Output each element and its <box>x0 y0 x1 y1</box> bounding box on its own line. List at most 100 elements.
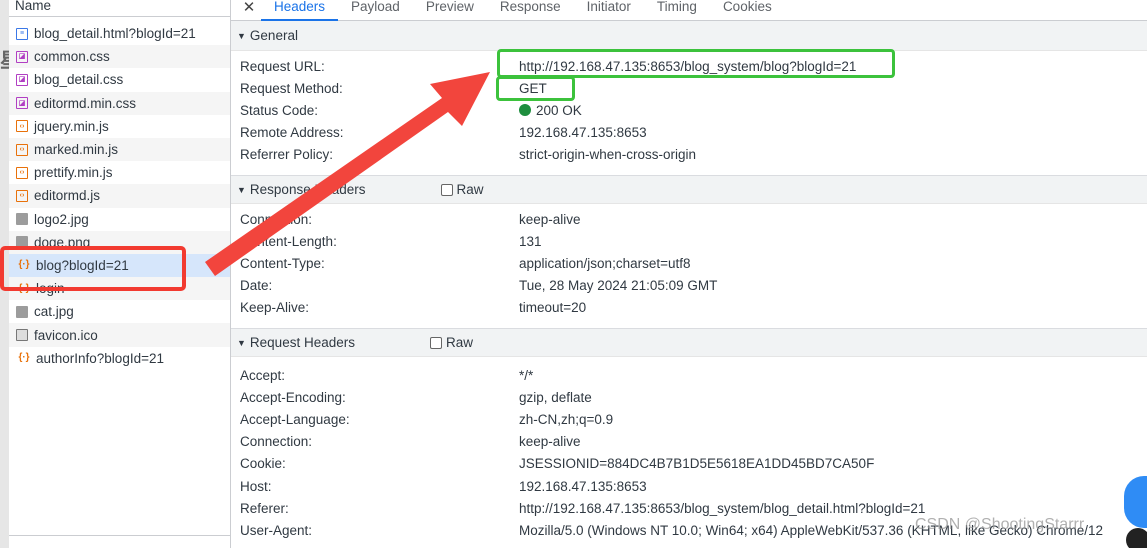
raw-label: Raw <box>445 335 473 350</box>
header-value[interactable]: 131 <box>519 234 542 249</box>
header-row: Host: 192.168.47.135:8653 <box>231 475 1147 497</box>
collapse-triangle-icon[interactable]: ▼ <box>237 185 246 195</box>
headers-panel: ▼ General Request URL: http://192.168.47.… <box>231 21 1147 548</box>
file-list-item[interactable]: doge.png <box>9 230 230 254</box>
request-file-list: Name ≡ blog_detail.html?blogId=21 ◪ common.… <box>9 0 231 548</box>
collapse-triangle-icon[interactable]: ▼ <box>237 338 246 348</box>
header-value[interactable]: Tue, 28 May 2024 21:05:09 GMT <box>519 278 717 293</box>
status-value: 200 OK <box>519 103 582 118</box>
header-value[interactable]: timeout=20 <box>519 300 586 315</box>
status-text[interactable]: 200 OK <box>536 103 582 118</box>
header-value[interactable]: zh-CN,zh;q=0.9 <box>519 412 613 427</box>
file-list-item[interactable]: ‹› prettify.min.js <box>9 161 230 184</box>
file-list-item[interactable]: ◪ common.css <box>9 45 230 69</box>
header-key: Status Code: <box>240 102 319 118</box>
header-value[interactable]: GET <box>519 81 547 96</box>
header-row: Keep-Alive: timeout=20 <box>231 297 1147 319</box>
header-value[interactable]: http://192.168.47.135:8653/blog_system/b… <box>519 501 925 516</box>
close-icon[interactable]: ✕ <box>237 0 261 16</box>
image-file-icon <box>16 305 28 318</box>
header-key: Accept-Language: <box>240 411 350 427</box>
header-value[interactable]: 192.168.47.135:8653 <box>519 479 647 494</box>
header-value[interactable]: JSESSIONID=884DC4B7B1D5E5618EA1DD45BD7CA… <box>519 456 874 471</box>
left-edge-strip: 星 <box>0 0 9 548</box>
tab-cookies[interactable]: Cookies <box>710 0 785 21</box>
file-list-item-label: blog_detail.html?blogId=21 <box>34 26 196 42</box>
raw-checkbox[interactable] <box>440 183 453 196</box>
header-key: Accept-Encoding: <box>240 389 346 405</box>
css-file-icon: ◪ <box>16 50 28 63</box>
file-list-item[interactable]: favicon.ico <box>9 323 230 347</box>
list-divider <box>9 535 230 536</box>
tab-headers[interactable]: Headers <box>261 0 339 21</box>
raw-toggle[interactable]: Raw <box>440 182 484 197</box>
header-value[interactable]: keep-alive <box>519 434 581 449</box>
file-list-item[interactable]: logo2.jpg <box>9 208 230 231</box>
header-row: Request Method: GET <box>231 77 1147 99</box>
tab-timing[interactable]: Timing <box>644 0 710 21</box>
header-key: Connection: <box>240 434 313 450</box>
file-list-item[interactable]: cat.jpg <box>9 300 230 323</box>
request-header-rows: Accept: */* Accept-Encoding: gzip, deflate A… <box>231 357 1147 542</box>
header-value[interactable]: application/json;charset=utf8 <box>519 256 691 271</box>
header-row: Accept-Encoding: gzip, deflate <box>231 386 1147 408</box>
file-list-item[interactable]: {·} authorInfo?blogId=21 <box>9 347 230 370</box>
script-file-icon: ‹› <box>16 189 28 202</box>
raw-label: Raw <box>456 182 484 197</box>
header-value[interactable]: keep-alive <box>519 212 581 227</box>
header-value[interactable]: 192.168.47.135:8653 <box>519 125 647 140</box>
header-value[interactable]: http://192.168.47.135:8653/blog_system/b… <box>519 59 856 74</box>
floating-widget[interactable] <box>1124 476 1147 528</box>
file-list-item-label: editormd.js <box>34 188 101 204</box>
request-headers-section-header[interactable]: ▼ Request Headers Raw <box>231 328 1147 357</box>
status-ok-icon <box>519 103 531 116</box>
file-list-item[interactable]: ‹› marked.min.js <box>9 137 230 162</box>
file-list-item[interactable]: {·} blog?blogId=21 <box>9 253 230 278</box>
file-list-item[interactable]: ≡ blog_detail.html?blogId=21 <box>9 22 230 45</box>
header-row: Date: Tue, 28 May 2024 21:05:09 GMT <box>231 275 1147 297</box>
header-key: Remote Address: <box>240 125 344 141</box>
tab-initiator[interactable]: Initiator <box>574 0 644 21</box>
general-section-header[interactable]: ▼ General <box>231 21 1147 51</box>
file-list-item[interactable]: ‹› editormd.js <box>9 184 230 208</box>
response-header-rows: Connection: keep-alive Content-Length: 131 C… <box>231 204 1147 328</box>
css-file-icon: ◪ <box>16 97 28 110</box>
header-value[interactable]: */* <box>519 368 533 383</box>
file-list-item-label: authorInfo?blogId=21 <box>36 350 164 366</box>
header-key: Content-Type: <box>240 255 325 271</box>
header-row: Connection: keep-alive <box>231 208 1147 230</box>
file-list-item-label: favicon.ico <box>34 327 98 343</box>
response-headers-section-header[interactable]: ▼ Response Headers Raw <box>231 175 1147 204</box>
header-key: Connection: <box>240 211 313 227</box>
file-list-item-label: editormd.min.css <box>34 95 137 111</box>
file-list-item[interactable]: ◪ blog_detail.css <box>9 68 230 91</box>
tab-payload[interactable]: Payload <box>338 0 413 21</box>
raw-toggle[interactable]: Raw <box>429 335 473 350</box>
response-headers-title: Response Headers <box>249 182 366 197</box>
header-key: Referer: <box>240 500 289 516</box>
header-value[interactable]: gzip, deflate <box>519 390 592 405</box>
partial-glyph: 星 <box>0 44 9 73</box>
header-key: Request Method: <box>240 80 343 96</box>
file-list-item-label: jquery.min.js <box>34 118 109 134</box>
header-value[interactable]: strict-origin-when-cross-origin <box>519 147 696 162</box>
tab-response[interactable]: Response <box>487 0 574 21</box>
file-list-item[interactable]: {·} login <box>9 277 230 301</box>
header-row: Status Code: 200 OK <box>231 99 1147 121</box>
tab-preview[interactable]: Preview <box>413 0 487 21</box>
collapse-triangle-icon[interactable]: ▼ <box>237 31 246 41</box>
file-list-item-label: logo2.jpg <box>34 211 89 227</box>
file-list-item-label: login <box>36 281 65 297</box>
file-list-item[interactable]: ◪ editormd.min.css <box>9 91 230 115</box>
header-row: Cookie: JSESSIONID=884DC4B7B1D5E5618EA1DD… <box>231 453 1147 475</box>
header-row: Connection: keep-alive <box>231 431 1147 453</box>
name-column-header[interactable]: Name <box>9 0 230 17</box>
header-row: Content-Type: application/json;charset=ut… <box>231 252 1147 274</box>
image-file-icon <box>16 236 28 249</box>
raw-checkbox[interactable] <box>429 336 442 349</box>
image-file-icon <box>16 213 28 226</box>
script-file-icon: ‹› <box>16 143 28 156</box>
file-list-item[interactable]: ‹› jquery.min.js <box>9 115 230 138</box>
file-list-item-label: cat.jpg <box>34 304 74 320</box>
file-list-item-label: prettify.min.js <box>34 165 113 181</box>
